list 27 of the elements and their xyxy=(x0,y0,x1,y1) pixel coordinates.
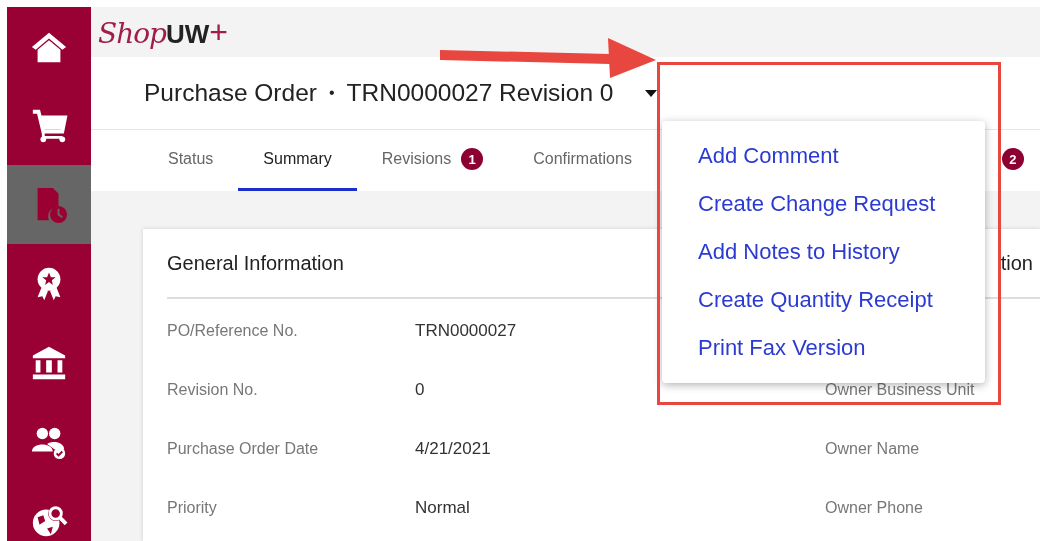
field-label: Owner Name xyxy=(825,439,921,458)
menu-item[interactable]: Add Notes to History xyxy=(662,237,985,285)
field-label: PO/Reference No. xyxy=(167,321,299,340)
tab[interactable]: Status xyxy=(143,130,239,191)
field-label: Revision No. xyxy=(167,380,259,399)
count-badge: 1 xyxy=(461,148,484,170)
menu-item[interactable]: Create Quantity Receipt xyxy=(662,285,985,333)
field-label: Owner Phone xyxy=(825,498,924,517)
field-value: Normal xyxy=(415,497,471,518)
caret-icon[interactable] xyxy=(645,89,658,97)
tab[interactable]: Confirmations xyxy=(508,130,657,191)
section-title: General Information xyxy=(167,251,344,275)
field-value: 4/21/2021 xyxy=(415,438,492,459)
field-label: Priority xyxy=(167,498,218,517)
separator-dot: • xyxy=(328,84,335,102)
section-title: tion xyxy=(1000,251,1033,275)
menu-item[interactable]: Create Change Request xyxy=(662,189,985,237)
menu-item[interactable]: Print Fax Version xyxy=(662,333,985,381)
field-value: 0 xyxy=(415,379,426,400)
tab[interactable]: Revisions 1 xyxy=(356,130,509,191)
field-value: TRN0000027 xyxy=(415,320,518,341)
page-title: Purchase Order xyxy=(144,79,317,107)
field-label: Owner Business Unit xyxy=(825,380,976,399)
count-badge: 2 xyxy=(1001,148,1024,170)
field-label: Purchase Order Date xyxy=(167,439,320,458)
logo: ShopUW+ xyxy=(98,16,228,48)
order-number: TRN0000027 Revision 0 xyxy=(346,79,614,107)
